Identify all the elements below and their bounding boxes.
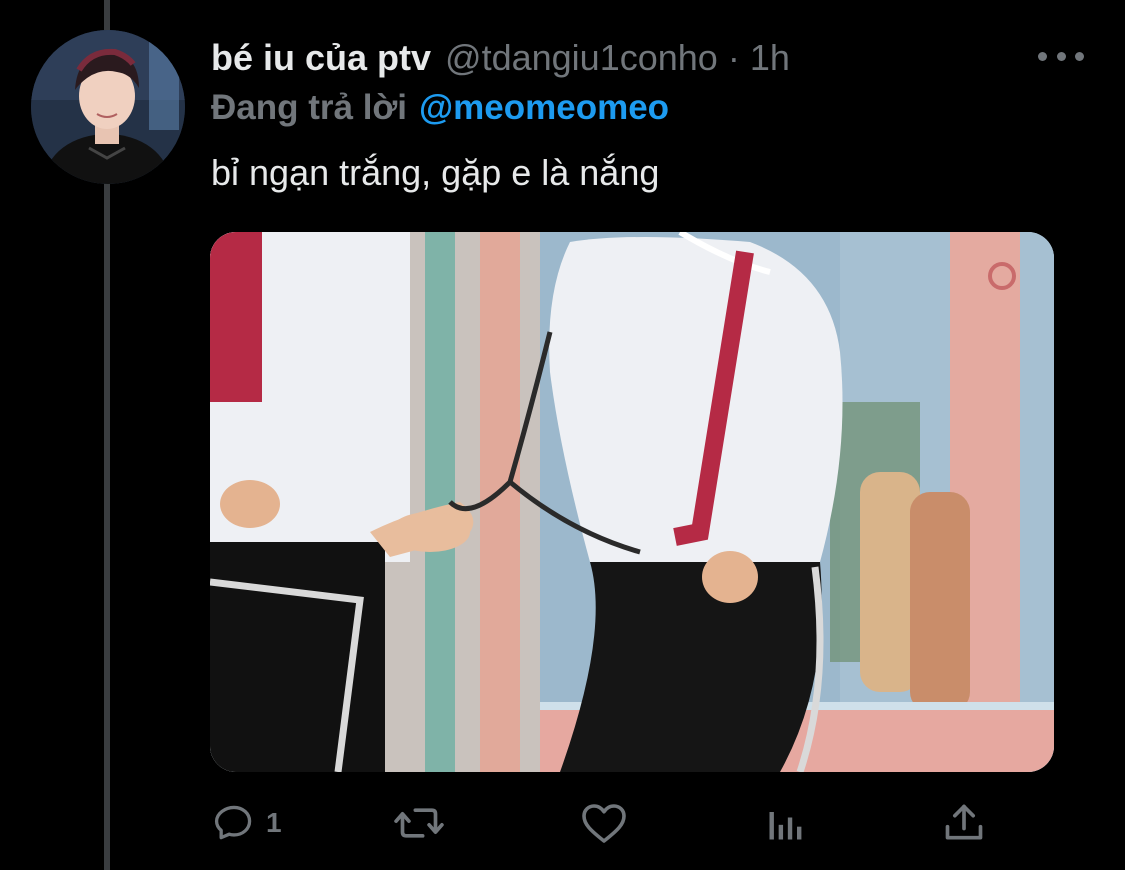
analytics-button[interactable] bbox=[764, 798, 808, 848]
reply-icon bbox=[214, 805, 252, 840]
action-bar: 1 bbox=[212, 798, 1002, 848]
reply-mention-link[interactable]: @meomeomeo bbox=[419, 88, 669, 127]
analytics-icon bbox=[769, 812, 802, 840]
share-icon bbox=[945, 804, 983, 840]
avatar-image bbox=[31, 30, 185, 184]
heart-icon bbox=[582, 804, 626, 843]
retweet-button[interactable] bbox=[392, 798, 456, 848]
reply-count: 1 bbox=[266, 807, 282, 838]
more-icon[interactable] bbox=[1038, 45, 1084, 67]
replying-to: Đang trả lời @meomeomeo bbox=[211, 88, 669, 128]
retweet-icon bbox=[394, 808, 444, 838]
reply-button[interactable]: 1 bbox=[212, 798, 282, 848]
reply-prefix: Đang trả lời bbox=[211, 88, 408, 127]
tweet-text: bỉ ngạn trắng, gặp e là nắng bbox=[211, 152, 660, 193]
separator-dot: · bbox=[727, 37, 740, 78]
timestamp[interactable]: 1h bbox=[750, 37, 790, 79]
media-image bbox=[210, 232, 1054, 772]
tweet-header: bé iu của ptv @tdangiu1conho · 1h bbox=[211, 34, 790, 82]
avatar[interactable] bbox=[31, 30, 185, 184]
like-button[interactable] bbox=[580, 798, 638, 848]
display-name[interactable]: bé iu của ptv bbox=[211, 37, 431, 79]
tweet-media[interactable] bbox=[210, 232, 1054, 772]
share-button[interactable] bbox=[942, 798, 986, 848]
user-handle[interactable]: @tdangiu1conho bbox=[445, 37, 718, 79]
